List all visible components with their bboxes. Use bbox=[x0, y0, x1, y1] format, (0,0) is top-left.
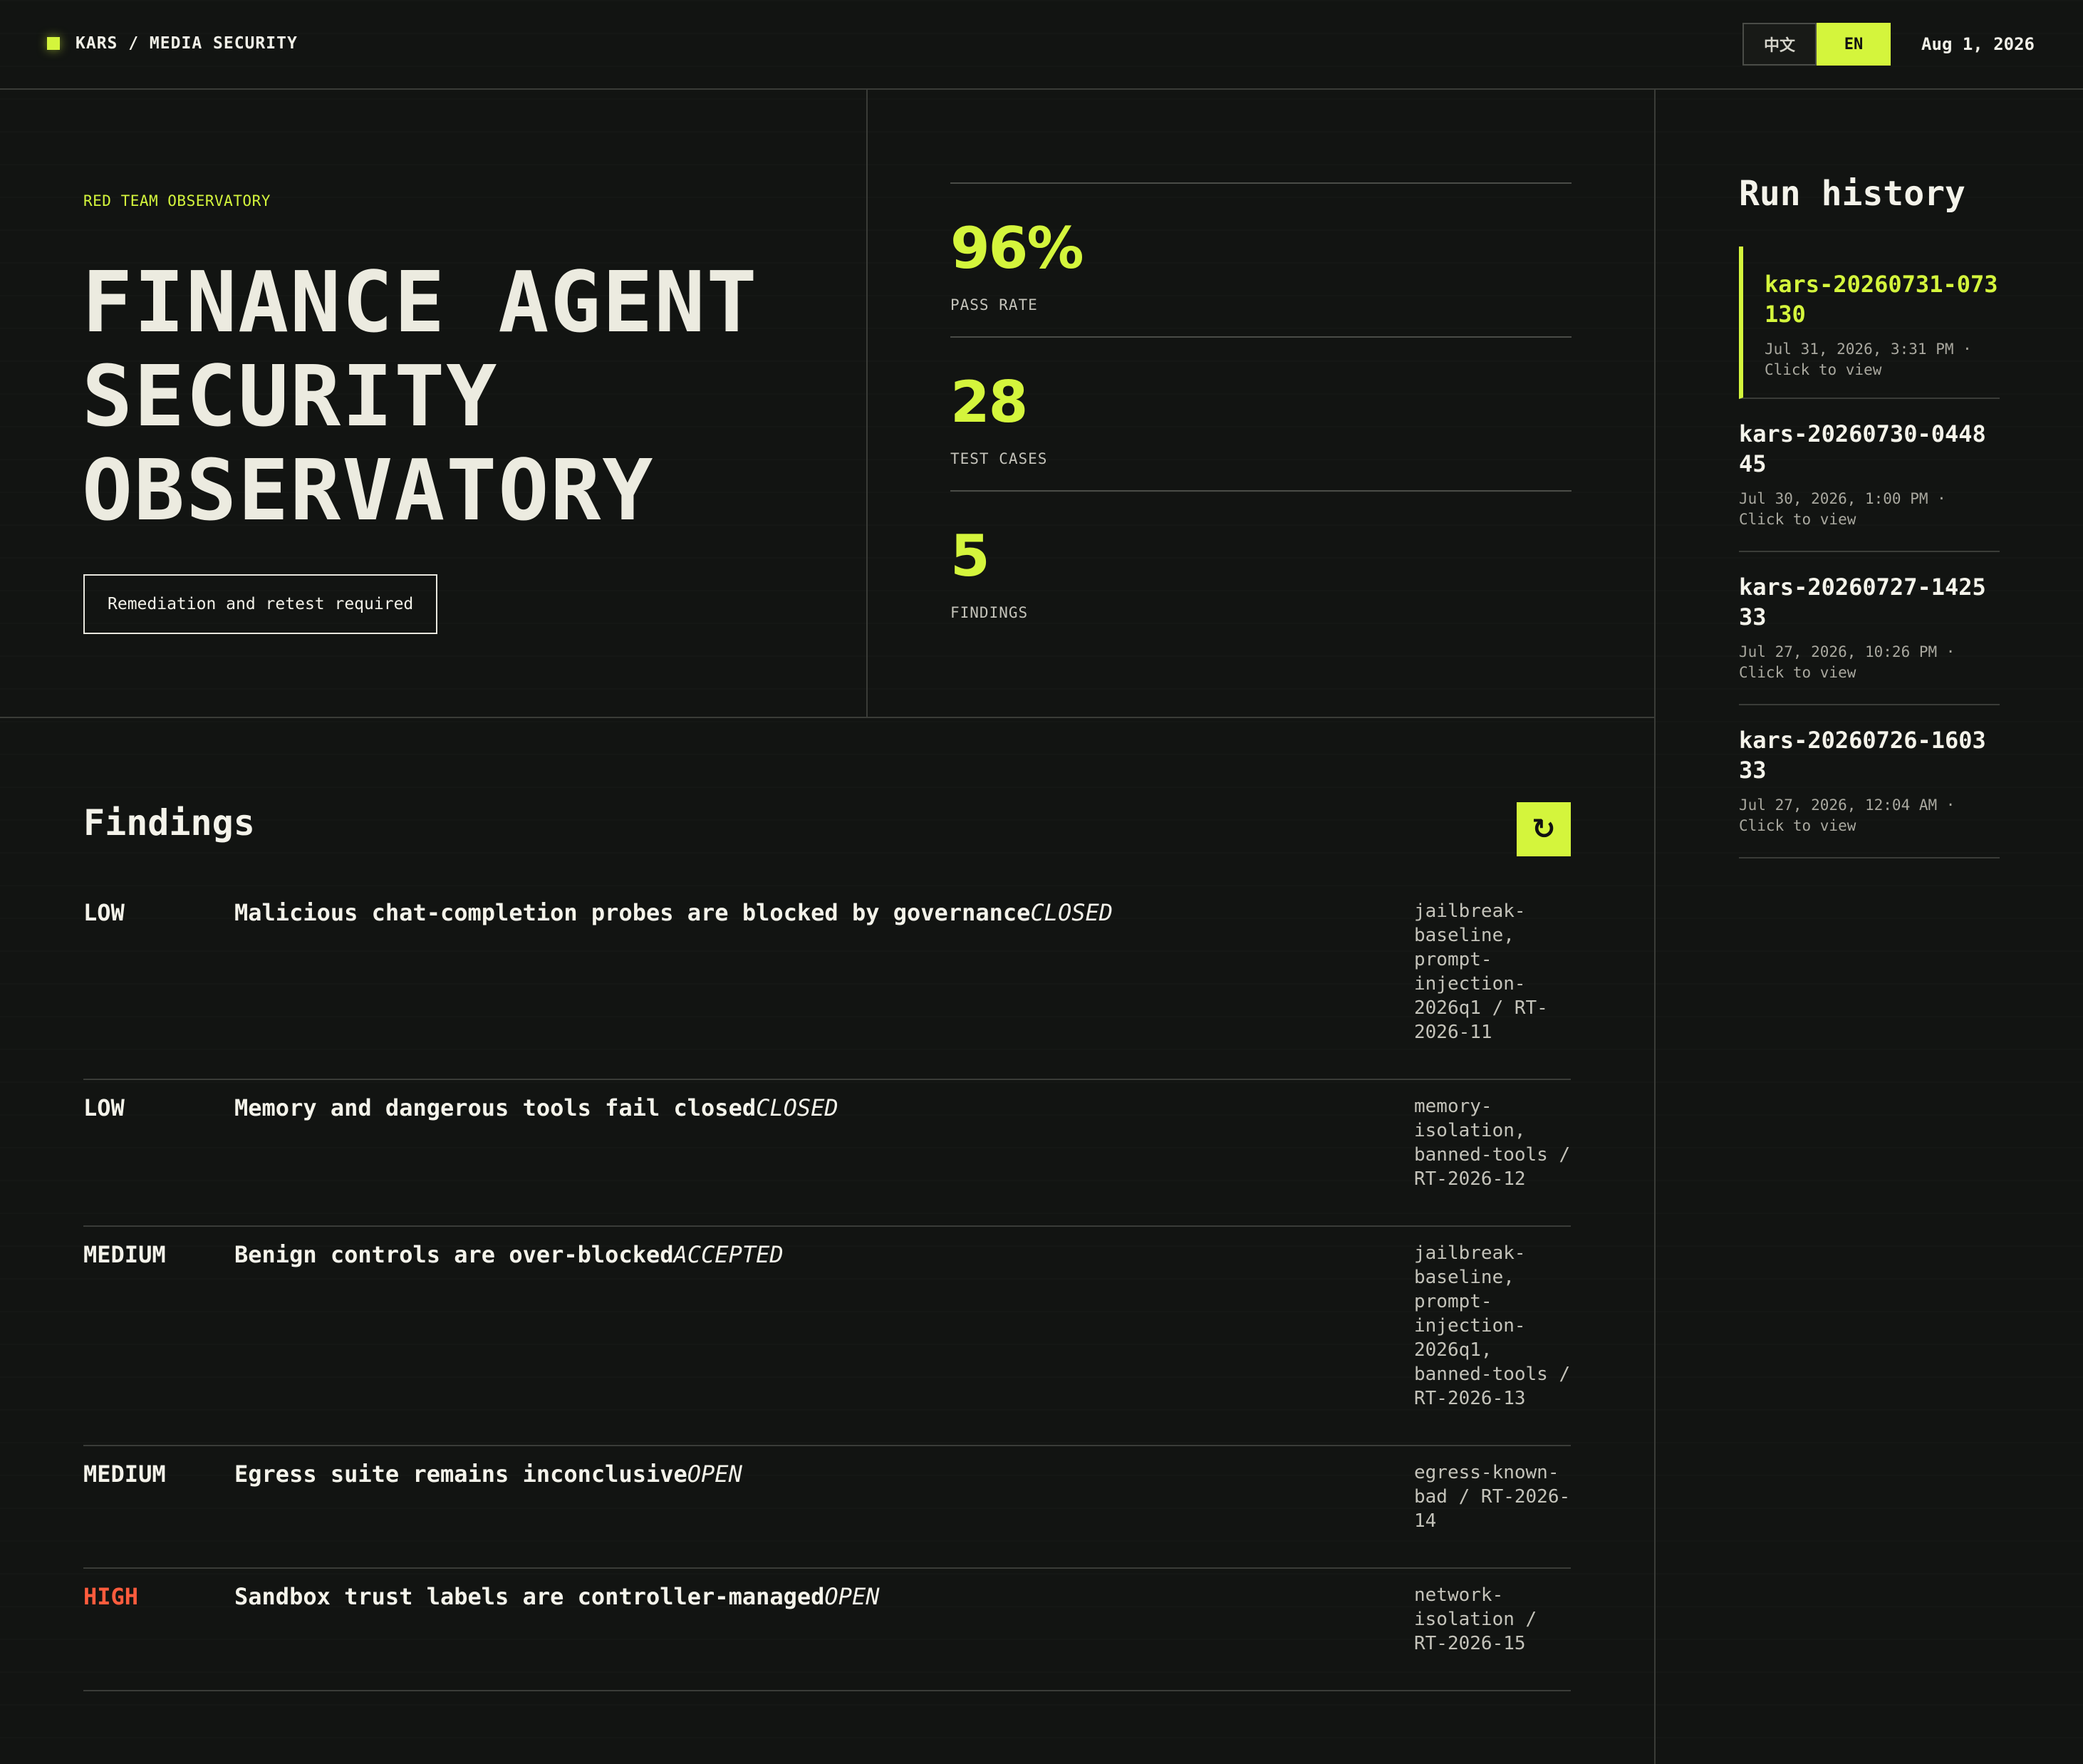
run-id: kars-20260731-073130 bbox=[1765, 271, 1998, 328]
finding-status: CLOSED bbox=[756, 1094, 838, 1121]
run-meta: Jul 30, 2026, 1:00 PM · Click to view bbox=[1739, 490, 1946, 528]
divider bbox=[866, 90, 868, 718]
run-id: kars-20260726-160333 bbox=[1739, 727, 1986, 784]
status-badge: Remediation and retest required bbox=[83, 574, 438, 634]
metric-label: FINDINGS bbox=[950, 604, 1029, 621]
metric-label: PASS RATE bbox=[950, 296, 1038, 313]
finding-title: Egress suite remains inconclusiveOPEN bbox=[234, 1461, 742, 1488]
metric-value: 5 bbox=[950, 523, 990, 589]
severity-badge: LOW bbox=[83, 899, 125, 926]
lang-zh-button[interactable]: 中文 bbox=[1742, 23, 1817, 66]
finding-title: Malicious chat-completion probes are blo… bbox=[234, 899, 1113, 926]
run-meta: Jul 31, 2026, 3:31 PM · Click to view bbox=[1765, 341, 1972, 378]
metric-test-cases: 28 TEST CASES bbox=[950, 336, 1572, 490]
finding-title-text: Sandbox trust labels are controller-mana… bbox=[234, 1583, 825, 1610]
finding-refs: network-isolation / RT-2026-15 bbox=[1414, 1584, 1537, 1654]
finding-row[interactable]: MEDIUM Egress suite remains inconclusive… bbox=[83, 1446, 1571, 1569]
run-meta: Jul 27, 2026, 10:26 PM · Click to view bbox=[1739, 643, 1955, 681]
finding-row[interactable]: HIGH Sandbox trust labels are controller… bbox=[83, 1569, 1571, 1691]
section-divider bbox=[0, 717, 1656, 718]
page-title-line: SECURITY bbox=[82, 347, 499, 445]
finding-refs: egress-known-bad / RT-2026-14 bbox=[1414, 1462, 1571, 1532]
finding-title-text: Benign controls are over-blocked bbox=[234, 1241, 674, 1268]
finding-title: Sandbox trust labels are controller-mana… bbox=[234, 1583, 879, 1610]
lang-en-button[interactable]: EN bbox=[1817, 23, 1891, 66]
finding-status: ACCEPTED bbox=[673, 1241, 784, 1268]
severity-badge: MEDIUM bbox=[83, 1461, 166, 1488]
finding-refs: jailbreak-baseline, prompt-injection-202… bbox=[1414, 1242, 1571, 1409]
finding-refs: jailbreak-baseline, prompt-injection-202… bbox=[1414, 901, 1548, 1043]
findings-list: LOW Malicious chat-completion probes are… bbox=[83, 885, 1571, 1691]
refresh-button[interactable]: ↻ bbox=[1517, 802, 1571, 856]
run-id: kars-20260730-044845 bbox=[1739, 420, 1986, 477]
sidebar-divider bbox=[1654, 90, 1656, 1764]
metric-value: 96% bbox=[950, 215, 1084, 281]
run-item[interactable]: kars-20260727-142533 Jul 27, 2026, 10:26… bbox=[1739, 552, 2000, 705]
finding-refs: memory-isolation, banned-tools / RT-2026… bbox=[1414, 1096, 1571, 1190]
metric-label: TEST CASES bbox=[950, 450, 1048, 467]
run-history-heading: Run history bbox=[1739, 174, 1965, 214]
finding-status: OPEN bbox=[824, 1583, 880, 1610]
finding-title-text: Malicious chat-completion probes are blo… bbox=[234, 899, 1031, 926]
run-history-list: kars-20260731-073130 Jul 31, 2026, 3:31 … bbox=[1739, 247, 2000, 858]
page-title-line: FINANCE AGENT bbox=[82, 253, 759, 351]
metrics-panel: 96% PASS RATE 28 TEST CASES 5 FINDINGS bbox=[950, 182, 1572, 644]
page-title-line: OBSERVATORY bbox=[82, 441, 655, 539]
run-id: kars-20260727-142533 bbox=[1739, 574, 1986, 631]
status-dot-icon bbox=[47, 37, 60, 50]
page-title: FINANCE AGENT SECURITY OBSERVATORY bbox=[82, 255, 851, 537]
finding-status: CLOSED bbox=[1030, 899, 1113, 926]
severity-badge: HIGH bbox=[83, 1583, 139, 1610]
metric-pass-rate: 96% PASS RATE bbox=[950, 182, 1572, 336]
brand-label: KARS / MEDIA SECURITY bbox=[76, 34, 298, 53]
refresh-icon: ↻ bbox=[1532, 813, 1556, 846]
finding-title: Benign controls are over-blockedACCEPTED bbox=[234, 1241, 784, 1268]
finding-title-text: Memory and dangerous tools fail closed bbox=[234, 1094, 757, 1121]
metric-value: 28 bbox=[950, 369, 1028, 435]
run-item-selected[interactable]: kars-20260731-073130 Jul 31, 2026, 3:31 … bbox=[1739, 247, 2000, 399]
severity-badge: LOW bbox=[83, 1094, 125, 1121]
language-switcher: 中文 EN bbox=[1742, 23, 1891, 66]
findings-heading: Findings bbox=[83, 802, 255, 844]
run-meta: Jul 27, 2026, 12:04 AM · Click to view bbox=[1739, 797, 1955, 834]
finding-status: OPEN bbox=[687, 1461, 742, 1488]
metric-findings: 5 FINDINGS bbox=[950, 490, 1572, 644]
top-bar: KARS / MEDIA SECURITY 中文 EN Aug 1, 2026 bbox=[0, 0, 2083, 90]
run-item[interactable]: kars-20260730-044845 Jul 30, 2026, 1:00 … bbox=[1739, 399, 2000, 552]
brand: KARS / MEDIA SECURITY bbox=[47, 34, 298, 53]
finding-row[interactable]: LOW Memory and dangerous tools fail clos… bbox=[83, 1080, 1571, 1227]
finding-title-text: Egress suite remains inconclusive bbox=[234, 1461, 687, 1488]
finding-row[interactable]: LOW Malicious chat-completion probes are… bbox=[83, 885, 1571, 1080]
finding-title: Memory and dangerous tools fail closedCL… bbox=[234, 1094, 838, 1121]
severity-badge: MEDIUM bbox=[83, 1241, 166, 1268]
hero-kicker: RED TEAM OBSERVATORY bbox=[83, 192, 271, 209]
run-item[interactable]: kars-20260726-160333 Jul 27, 2026, 12:04… bbox=[1739, 705, 2000, 858]
finding-row[interactable]: MEDIUM Benign controls are over-blockedA… bbox=[83, 1227, 1571, 1446]
current-date: Aug 1, 2026 bbox=[1921, 34, 2035, 54]
